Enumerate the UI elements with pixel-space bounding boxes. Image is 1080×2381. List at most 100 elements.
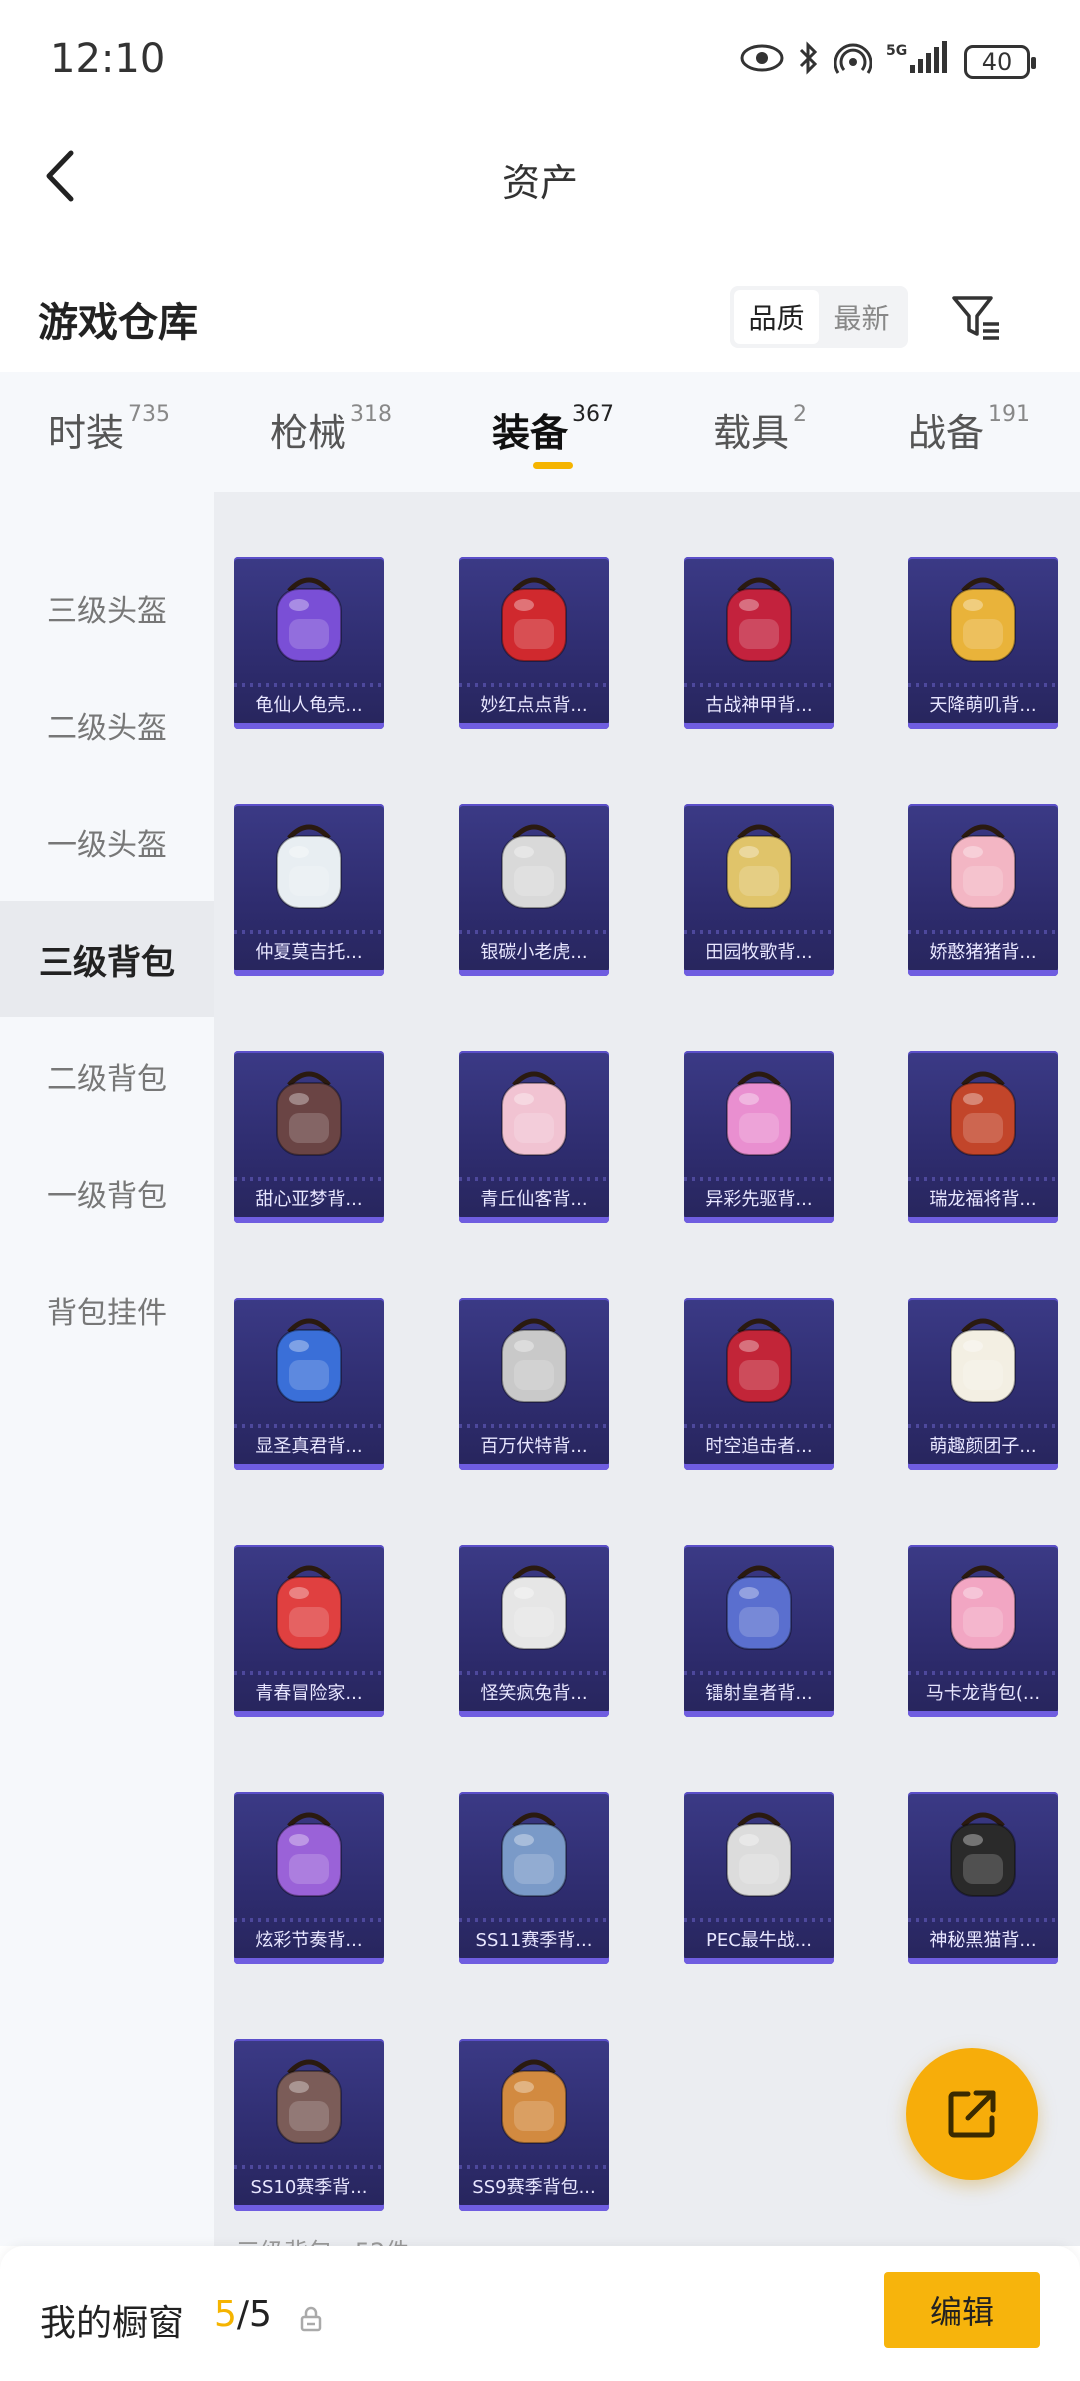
edit-button[interactable]: 编辑 bbox=[884, 2272, 1040, 2348]
tab-label: 枪械 bbox=[270, 411, 347, 455]
colorful-backpack-icon bbox=[726, 1071, 792, 1156]
item-card[interactable]: PEC最牛战... bbox=[684, 1792, 834, 1964]
item-name: SS10赛季背... bbox=[250, 2177, 368, 2198]
svg-text:5G: 5G bbox=[886, 43, 907, 59]
card-quality-bar bbox=[684, 1217, 834, 1223]
item-card[interactable]: 异彩先驱背... bbox=[684, 1051, 834, 1223]
item-name: 娇憨猪猪背... bbox=[929, 942, 1037, 963]
card-decoration bbox=[908, 1918, 1058, 1922]
card-decoration bbox=[234, 930, 384, 934]
subcategory-sidebar: 三级头盔 二级头盔 一级头盔 三级背包 二级背包 一级背包 背包挂件 bbox=[0, 492, 214, 2246]
item-name: 时空追击者... bbox=[705, 1436, 813, 1457]
item-card[interactable]: 马卡龙背包(... bbox=[908, 1545, 1058, 1717]
tab-supplies[interactable]: 战备 191 bbox=[908, 402, 1030, 457]
item-card[interactable]: 娇憨猪猪背... bbox=[908, 804, 1058, 976]
tab-count: 735 bbox=[128, 402, 171, 427]
card-quality-bar bbox=[459, 723, 609, 729]
item-name: 古战神甲背... bbox=[705, 695, 813, 716]
item-name: 田园牧歌背... bbox=[705, 942, 813, 963]
card-decoration bbox=[684, 1671, 834, 1675]
item-grid: 三级背包 · 52件 龟仙人龟壳... 妙红点点背... 古战神甲背... 天降萌叽背… bbox=[214, 492, 1080, 2246]
sidebar-item-lv3-helmet[interactable]: 三级头盔 bbox=[0, 550, 214, 666]
item-card[interactable]: 萌趣颜团子... bbox=[908, 1298, 1058, 1470]
item-name: 炫彩节奏背... bbox=[255, 1930, 363, 1951]
item-name: 异彩先驱背... bbox=[705, 1189, 813, 1210]
card-quality-bar bbox=[908, 970, 1058, 976]
showcase-total: /5 bbox=[236, 2294, 272, 2335]
item-name: 天降萌叽背... bbox=[929, 695, 1037, 716]
item-card[interactable]: 天降萌叽背... bbox=[908, 557, 1058, 729]
dumpling-backpack-icon bbox=[950, 1318, 1016, 1403]
turtle-shell-backpack-icon bbox=[276, 577, 342, 662]
item-card[interactable]: 田园牧歌背... bbox=[684, 804, 834, 976]
camo-backpack-icon bbox=[501, 1812, 567, 1897]
sidebar-item-backpack-charm[interactable]: 背包挂件 bbox=[0, 1252, 214, 1368]
sidebar-item-lv1-helmet[interactable]: 一级头盔 bbox=[0, 784, 214, 900]
tab-equipment[interactable]: 装备 367 bbox=[492, 402, 614, 457]
tab-fashion[interactable]: 时装 735 bbox=[48, 402, 170, 457]
card-decoration bbox=[908, 1424, 1058, 1428]
warehouse-header: 游戏仓库 品质 最新 bbox=[0, 270, 1080, 370]
status-bar: 12:10 5G 40 bbox=[0, 0, 1080, 126]
tab-label: 装备 bbox=[492, 411, 569, 455]
item-name: 青丘仙客背... bbox=[480, 1189, 588, 1210]
sidebar-item-lv2-backpack[interactable]: 二级背包 bbox=[0, 1018, 214, 1134]
tab-label: 载具 bbox=[713, 411, 790, 455]
item-card[interactable]: 银碳小老虎... bbox=[459, 804, 609, 976]
showcase-label: 我的橱窗 bbox=[40, 2303, 185, 2344]
item-card[interactable]: SS10赛季背... bbox=[234, 2039, 384, 2211]
tab-firearms[interactable]: 枪械 318 bbox=[270, 402, 392, 457]
sort-quality-button[interactable]: 品质 bbox=[734, 290, 819, 344]
robot-backpack-icon bbox=[501, 1318, 567, 1403]
card-quality-bar bbox=[908, 1958, 1058, 1964]
card-decoration bbox=[234, 2165, 384, 2169]
item-card[interactable]: 仲夏莫吉托... bbox=[234, 804, 384, 976]
item-card[interactable]: 时空追击者... bbox=[684, 1298, 834, 1470]
item-card[interactable]: 古战神甲背... bbox=[684, 557, 834, 729]
item-name: 神秘黑猫背... bbox=[929, 1930, 1037, 1951]
sidebar-item-lv3-backpack[interactable]: 三级背包 bbox=[0, 901, 214, 1017]
tab-vehicles[interactable]: 载具 2 bbox=[713, 402, 807, 457]
laser-emperor-backpack-icon bbox=[726, 1565, 792, 1650]
showcase-bar: 我的橱窗 5/5 编辑 bbox=[0, 2246, 1080, 2381]
card-decoration bbox=[459, 930, 609, 934]
item-card[interactable]: 神秘黑猫背... bbox=[908, 1792, 1058, 1964]
sidebar-item-lv2-helmet[interactable]: 二级头盔 bbox=[0, 667, 214, 783]
sort-newest-button[interactable]: 最新 bbox=[819, 290, 904, 344]
showcase-current: 5 bbox=[214, 2294, 237, 2335]
item-card[interactable]: 瑞龙福将背... bbox=[908, 1051, 1058, 1223]
item-name: 显圣真君背... bbox=[255, 1436, 363, 1457]
card-quality-bar bbox=[684, 723, 834, 729]
item-card[interactable]: 龟仙人龟壳... bbox=[234, 557, 384, 729]
brown-backpack-icon bbox=[276, 2059, 342, 2144]
item-card[interactable]: 显圣真君背... bbox=[234, 1298, 384, 1470]
bluetooth-icon bbox=[798, 40, 820, 83]
nav-bar: 资产 bbox=[0, 126, 1080, 226]
item-name: 青春冒险家... bbox=[255, 1683, 363, 1704]
card-quality-bar bbox=[908, 1711, 1058, 1717]
sort-toggle: 品质 最新 bbox=[730, 286, 908, 348]
rabbit-backpack-icon bbox=[501, 1565, 567, 1650]
item-card[interactable]: SS9赛季背包... bbox=[459, 2039, 609, 2211]
filter-button[interactable] bbox=[945, 286, 1009, 350]
card-decoration bbox=[234, 1177, 384, 1181]
item-card[interactable]: 怪笑疯兔背... bbox=[459, 1545, 609, 1717]
red-hero-backpack-icon bbox=[726, 1318, 792, 1403]
item-card[interactable]: 青春冒险家... bbox=[234, 1545, 384, 1717]
item-card[interactable]: 百万伏特背... bbox=[459, 1298, 609, 1470]
item-card[interactable]: 甜心亚梦背... bbox=[234, 1051, 384, 1223]
fox-fairy-backpack-icon bbox=[501, 1071, 567, 1156]
tab-label: 时装 bbox=[48, 411, 125, 455]
card-quality-bar bbox=[908, 1217, 1058, 1223]
share-fab-button[interactable] bbox=[906, 2048, 1038, 2180]
filter-icon bbox=[952, 296, 999, 340]
item-card[interactable]: 镭射皇者背... bbox=[684, 1545, 834, 1717]
card-decoration bbox=[908, 683, 1058, 687]
item-card[interactable]: SS11赛季背... bbox=[459, 1792, 609, 1964]
purple-monster-backpack-icon bbox=[276, 1812, 342, 1897]
item-card[interactable]: 青丘仙客背... bbox=[459, 1051, 609, 1223]
sidebar-item-lv1-backpack[interactable]: 一级背包 bbox=[0, 1135, 214, 1251]
item-card[interactable]: 妙红点点背... bbox=[459, 557, 609, 729]
item-card[interactable]: 炫彩节奏背... bbox=[234, 1792, 384, 1964]
dark-wing-backpack-icon bbox=[276, 1071, 342, 1156]
